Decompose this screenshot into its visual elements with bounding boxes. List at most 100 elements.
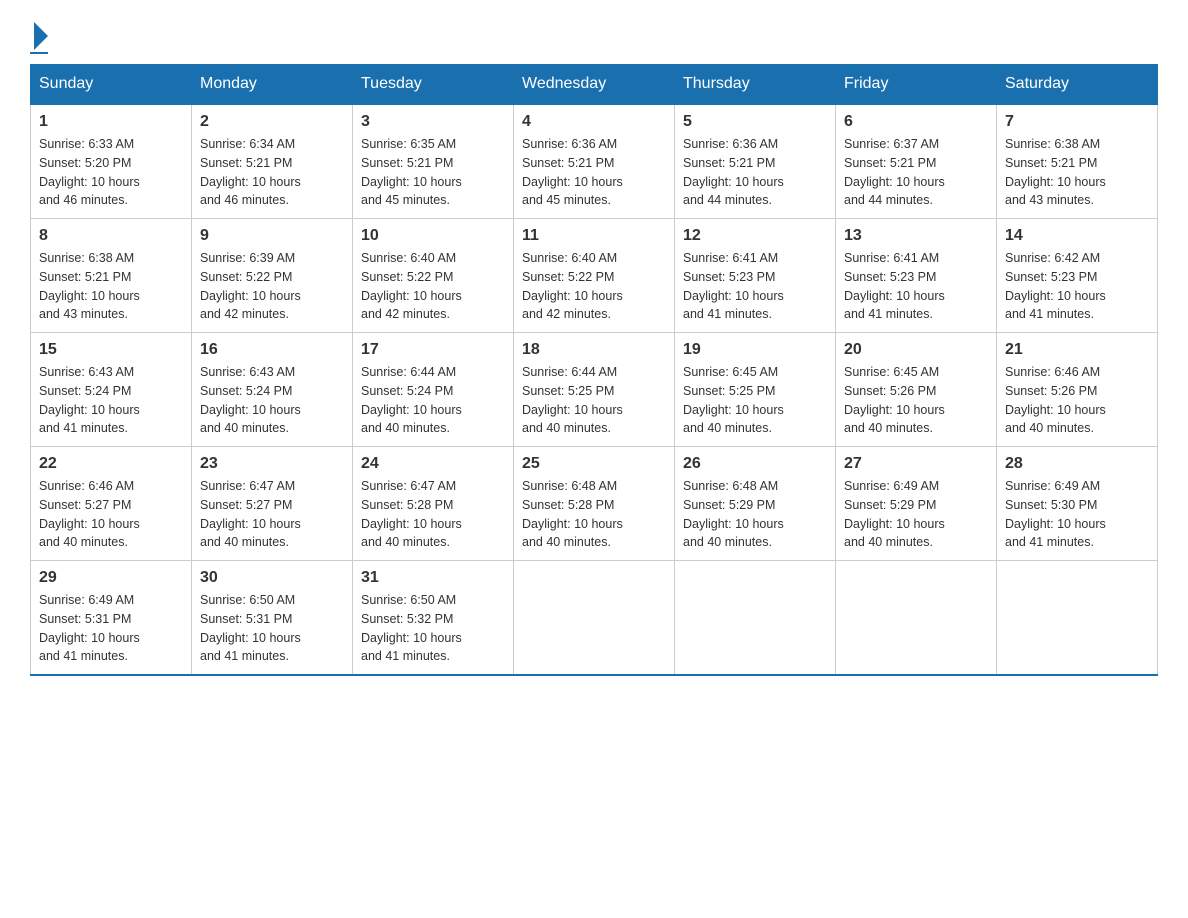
day-info: Sunrise: 6:42 AM Sunset: 5:23 PM Dayligh… <box>1005 249 1149 324</box>
day-number: 21 <box>1005 341 1149 359</box>
calendar-header-wednesday: Wednesday <box>514 65 675 105</box>
day-info: Sunrise: 6:38 AM Sunset: 5:21 PM Dayligh… <box>39 249 183 324</box>
day-number: 18 <box>522 341 666 359</box>
day-number: 2 <box>200 113 344 131</box>
calendar-cell: 18 Sunrise: 6:44 AM Sunset: 5:25 PM Dayl… <box>514 333 675 447</box>
calendar-cell: 16 Sunrise: 6:43 AM Sunset: 5:24 PM Dayl… <box>192 333 353 447</box>
day-number: 24 <box>361 455 505 473</box>
day-info: Sunrise: 6:40 AM Sunset: 5:22 PM Dayligh… <box>522 249 666 324</box>
calendar-cell: 17 Sunrise: 6:44 AM Sunset: 5:24 PM Dayl… <box>353 333 514 447</box>
day-number: 17 <box>361 341 505 359</box>
day-number: 29 <box>39 569 183 587</box>
day-number: 22 <box>39 455 183 473</box>
calendar-week-5: 29 Sunrise: 6:49 AM Sunset: 5:31 PM Dayl… <box>31 561 1158 676</box>
calendar-cell: 9 Sunrise: 6:39 AM Sunset: 5:22 PM Dayli… <box>192 219 353 333</box>
calendar-cell: 8 Sunrise: 6:38 AM Sunset: 5:21 PM Dayli… <box>31 219 192 333</box>
calendar-cell: 1 Sunrise: 6:33 AM Sunset: 5:20 PM Dayli… <box>31 104 192 219</box>
day-info: Sunrise: 6:47 AM Sunset: 5:27 PM Dayligh… <box>200 477 344 552</box>
day-info: Sunrise: 6:40 AM Sunset: 5:22 PM Dayligh… <box>361 249 505 324</box>
calendar-cell: 28 Sunrise: 6:49 AM Sunset: 5:30 PM Dayl… <box>997 447 1158 561</box>
day-number: 27 <box>844 455 988 473</box>
calendar-header-thursday: Thursday <box>675 65 836 105</box>
calendar-header-saturday: Saturday <box>997 65 1158 105</box>
day-info: Sunrise: 6:48 AM Sunset: 5:29 PM Dayligh… <box>683 477 827 552</box>
day-number: 4 <box>522 113 666 131</box>
day-number: 15 <box>39 341 183 359</box>
day-info: Sunrise: 6:36 AM Sunset: 5:21 PM Dayligh… <box>522 135 666 210</box>
day-number: 1 <box>39 113 183 131</box>
calendar-cell <box>836 561 997 676</box>
calendar-cell: 14 Sunrise: 6:42 AM Sunset: 5:23 PM Dayl… <box>997 219 1158 333</box>
calendar-header-friday: Friday <box>836 65 997 105</box>
calendar-header-monday: Monday <box>192 65 353 105</box>
day-number: 12 <box>683 227 827 245</box>
day-info: Sunrise: 6:49 AM Sunset: 5:30 PM Dayligh… <box>1005 477 1149 552</box>
day-number: 25 <box>522 455 666 473</box>
calendar-cell: 22 Sunrise: 6:46 AM Sunset: 5:27 PM Dayl… <box>31 447 192 561</box>
logo-underline <box>30 52 48 54</box>
day-info: Sunrise: 6:45 AM Sunset: 5:25 PM Dayligh… <box>683 363 827 438</box>
calendar-cell: 29 Sunrise: 6:49 AM Sunset: 5:31 PM Dayl… <box>31 561 192 676</box>
calendar-cell: 25 Sunrise: 6:48 AM Sunset: 5:28 PM Dayl… <box>514 447 675 561</box>
day-info: Sunrise: 6:47 AM Sunset: 5:28 PM Dayligh… <box>361 477 505 552</box>
calendar-header-row: SundayMondayTuesdayWednesdayThursdayFrid… <box>31 65 1158 105</box>
day-number: 30 <box>200 569 344 587</box>
day-number: 7 <box>1005 113 1149 131</box>
calendar-cell: 21 Sunrise: 6:46 AM Sunset: 5:26 PM Dayl… <box>997 333 1158 447</box>
day-number: 13 <box>844 227 988 245</box>
day-info: Sunrise: 6:49 AM Sunset: 5:31 PM Dayligh… <box>39 591 183 666</box>
day-info: Sunrise: 6:41 AM Sunset: 5:23 PM Dayligh… <box>683 249 827 324</box>
calendar-cell: 24 Sunrise: 6:47 AM Sunset: 5:28 PM Dayl… <box>353 447 514 561</box>
calendar-cell <box>675 561 836 676</box>
day-number: 20 <box>844 341 988 359</box>
day-number: 5 <box>683 113 827 131</box>
calendar-header-sunday: Sunday <box>31 65 192 105</box>
day-info: Sunrise: 6:50 AM Sunset: 5:31 PM Dayligh… <box>200 591 344 666</box>
calendar-cell <box>514 561 675 676</box>
calendar-cell: 15 Sunrise: 6:43 AM Sunset: 5:24 PM Dayl… <box>31 333 192 447</box>
logo-arrow-icon <box>34 22 48 50</box>
day-number: 8 <box>39 227 183 245</box>
calendar-cell: 3 Sunrise: 6:35 AM Sunset: 5:21 PM Dayli… <box>353 104 514 219</box>
day-info: Sunrise: 6:43 AM Sunset: 5:24 PM Dayligh… <box>39 363 183 438</box>
day-info: Sunrise: 6:34 AM Sunset: 5:21 PM Dayligh… <box>200 135 344 210</box>
day-info: Sunrise: 6:35 AM Sunset: 5:21 PM Dayligh… <box>361 135 505 210</box>
day-info: Sunrise: 6:49 AM Sunset: 5:29 PM Dayligh… <box>844 477 988 552</box>
day-number: 19 <box>683 341 827 359</box>
day-number: 3 <box>361 113 505 131</box>
calendar-cell: 4 Sunrise: 6:36 AM Sunset: 5:21 PM Dayli… <box>514 104 675 219</box>
calendar-cell: 23 Sunrise: 6:47 AM Sunset: 5:27 PM Dayl… <box>192 447 353 561</box>
day-number: 26 <box>683 455 827 473</box>
day-number: 16 <box>200 341 344 359</box>
calendar-cell: 31 Sunrise: 6:50 AM Sunset: 5:32 PM Dayl… <box>353 561 514 676</box>
day-number: 28 <box>1005 455 1149 473</box>
calendar-cell: 20 Sunrise: 6:45 AM Sunset: 5:26 PM Dayl… <box>836 333 997 447</box>
day-info: Sunrise: 6:50 AM Sunset: 5:32 PM Dayligh… <box>361 591 505 666</box>
calendar-cell: 11 Sunrise: 6:40 AM Sunset: 5:22 PM Dayl… <box>514 219 675 333</box>
day-info: Sunrise: 6:44 AM Sunset: 5:24 PM Dayligh… <box>361 363 505 438</box>
calendar-table: SundayMondayTuesdayWednesdayThursdayFrid… <box>30 64 1158 676</box>
logo <box>30 20 48 54</box>
day-number: 11 <box>522 227 666 245</box>
calendar-cell: 10 Sunrise: 6:40 AM Sunset: 5:22 PM Dayl… <box>353 219 514 333</box>
day-number: 31 <box>361 569 505 587</box>
calendar-cell: 27 Sunrise: 6:49 AM Sunset: 5:29 PM Dayl… <box>836 447 997 561</box>
calendar-cell: 7 Sunrise: 6:38 AM Sunset: 5:21 PM Dayli… <box>997 104 1158 219</box>
day-info: Sunrise: 6:44 AM Sunset: 5:25 PM Dayligh… <box>522 363 666 438</box>
calendar-week-4: 22 Sunrise: 6:46 AM Sunset: 5:27 PM Dayl… <box>31 447 1158 561</box>
day-number: 14 <box>1005 227 1149 245</box>
calendar-cell: 13 Sunrise: 6:41 AM Sunset: 5:23 PM Dayl… <box>836 219 997 333</box>
calendar-cell: 12 Sunrise: 6:41 AM Sunset: 5:23 PM Dayl… <box>675 219 836 333</box>
day-info: Sunrise: 6:46 AM Sunset: 5:27 PM Dayligh… <box>39 477 183 552</box>
day-number: 10 <box>361 227 505 245</box>
day-info: Sunrise: 6:48 AM Sunset: 5:28 PM Dayligh… <box>522 477 666 552</box>
page-header <box>30 20 1158 54</box>
calendar-week-1: 1 Sunrise: 6:33 AM Sunset: 5:20 PM Dayli… <box>31 104 1158 219</box>
day-info: Sunrise: 6:41 AM Sunset: 5:23 PM Dayligh… <box>844 249 988 324</box>
calendar-week-3: 15 Sunrise: 6:43 AM Sunset: 5:24 PM Dayl… <box>31 333 1158 447</box>
day-info: Sunrise: 6:33 AM Sunset: 5:20 PM Dayligh… <box>39 135 183 210</box>
calendar-week-2: 8 Sunrise: 6:38 AM Sunset: 5:21 PM Dayli… <box>31 219 1158 333</box>
calendar-header-tuesday: Tuesday <box>353 65 514 105</box>
calendar-cell: 30 Sunrise: 6:50 AM Sunset: 5:31 PM Dayl… <box>192 561 353 676</box>
calendar-cell: 26 Sunrise: 6:48 AM Sunset: 5:29 PM Dayl… <box>675 447 836 561</box>
